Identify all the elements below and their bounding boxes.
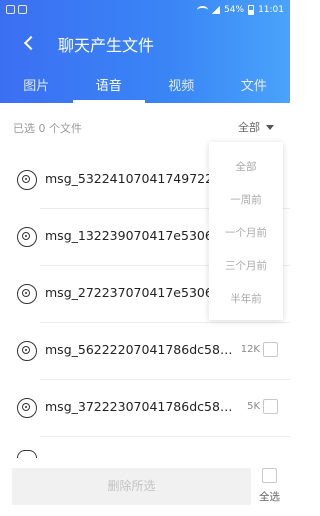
voice-file-icon [17,341,37,361]
list-item[interactable]: msg_372223070417​86dc58740... 5K [0,380,290,437]
status-bar: 54% 11:01 [0,0,290,22]
select-all-checkbox[interactable] [262,468,277,483]
filter-bar: 已选 0 个文件 全部 [0,103,290,147]
file-size: 5K [247,401,260,412]
status-right: 54% 11:01 [197,5,284,15]
file-size: 12K [240,344,260,355]
tab-images[interactable]: 图片 [0,70,73,103]
notification-icons [6,5,27,14]
wifi-icon [197,6,209,14]
divider [40,436,290,437]
filter-option-three-months[interactable]: 三个月前 [209,250,283,283]
time-filter-button[interactable]: 全部 [238,119,274,135]
title-bar: 聊天产生文件 [0,26,290,60]
notification-icon [6,5,15,14]
select-all-label[interactable]: 全选 [259,489,280,504]
page-title: 聊天产生文件 [58,36,155,55]
file-checkbox[interactable] [263,399,278,414]
tab-video[interactable]: 视频 [145,70,218,103]
signal-icon [212,6,221,14]
filter-option-half-year[interactable]: 半年前 [209,283,283,316]
tab-files[interactable]: 文件 [218,70,291,103]
delete-selected-button[interactable]: 删除所选 [12,468,251,505]
battery-icon [248,5,255,15]
bottom-action-bar: 删除所选 全选 [0,458,290,516]
file-name: msg_372223070417​86dc58740... [45,399,233,414]
caret-down-icon [266,124,274,130]
list-item[interactable]: msg_562222070417​86dc5879... 12K [0,323,290,380]
time-filter-menu: 全部 一周前 一个月前 三个月前 半年前 [209,142,283,320]
file-checkbox[interactable] [263,342,278,357]
app-header: 54% 11:01 聊天产生文件 图片 语音 视频 文件 [0,0,290,103]
filter-option-all[interactable]: 全部 [209,151,283,184]
clock: 11:01 [258,5,284,15]
gallery-notification-icon [18,5,27,14]
voice-file-icon [17,227,37,247]
filter-option-week[interactable]: 一周前 [209,184,283,217]
tab-bar: 图片 语音 视频 文件 [0,70,290,103]
voice-file-icon [17,284,37,304]
time-filter-label: 全部 [238,121,260,134]
voice-file-icon [17,398,37,418]
back-arrow-icon[interactable] [20,33,40,53]
voice-file-icon [17,450,37,458]
tab-voice[interactable]: 语音 [72,70,146,103]
battery-percent: 54% [224,5,245,15]
filter-option-month[interactable]: 一个月前 [209,217,283,250]
voice-file-icon [17,170,37,190]
file-name: msg_562222070417​86dc5879... [45,342,233,357]
selected-count: 已选 0 个文件 [13,122,82,135]
